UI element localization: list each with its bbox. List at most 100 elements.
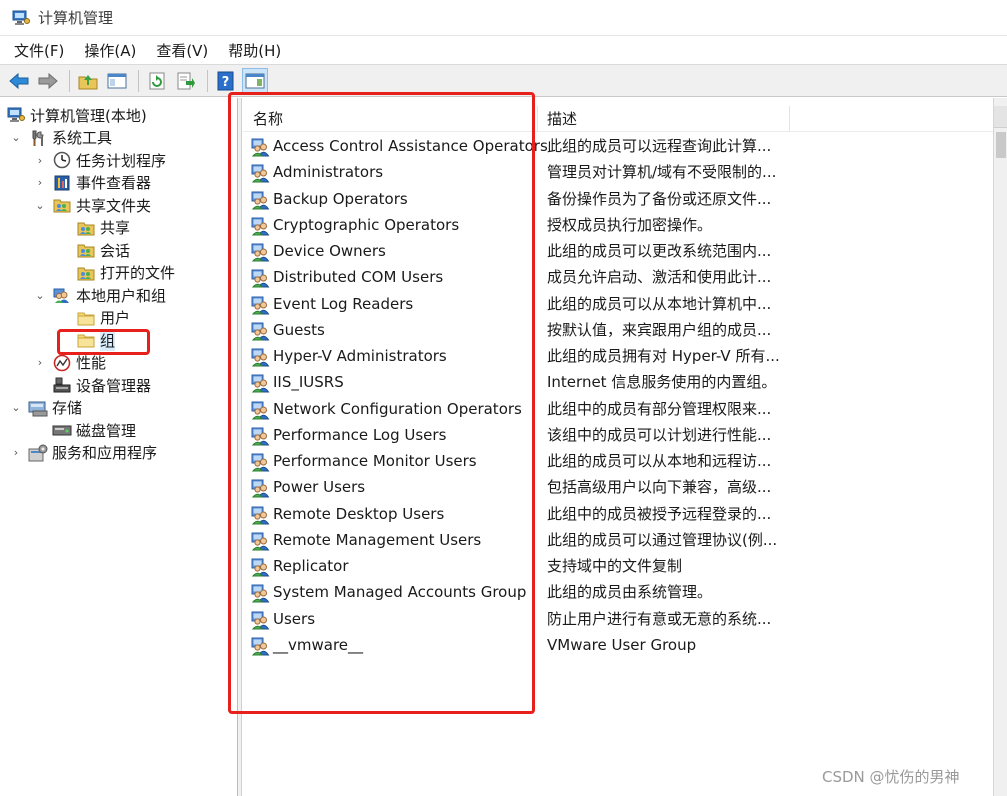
tree-item[interactable]: 用户 [58, 307, 130, 329]
group-icon [251, 295, 271, 315]
folder-icon [76, 330, 96, 350]
tree-item-label: 性能 [76, 354, 107, 372]
table-row[interactable]: Performance Monitor Users 此组的成员可以从本地和远程访.… [243, 448, 993, 474]
up-folder-icon[interactable] [75, 68, 101, 94]
pane-splitter[interactable] [238, 98, 242, 796]
tree-item[interactable]: › 性能 [34, 352, 106, 374]
disk-icon [52, 420, 72, 440]
users-group-icon [52, 285, 72, 305]
table-row[interactable]: IIS_IUSRS Internet 信息服务使用的内置组。 [243, 369, 993, 395]
table-row[interactable]: __vmware__ VMware User Group [243, 632, 993, 658]
group-icon [251, 426, 271, 446]
table-row[interactable]: Administrators 管理员对计算机/域有不受限制的... [243, 159, 993, 185]
group-description: 此组中的成员有部分管理权限来... [547, 399, 772, 418]
chevron-right-icon[interactable]: › [34, 176, 46, 189]
clock-icon [52, 150, 72, 170]
groups-list: 名称 描述 Access Control Assistance Operator… [243, 98, 993, 796]
navigation-tree: 计算机管理(本地) ⌄ 系统工具 › 任务计划程序 › 事件查看器 ⌄ 共享文件夹共享会话打开的… [0, 98, 238, 796]
vertical-scrollbar[interactable] [993, 98, 1007, 796]
tree-item[interactable]: 磁盘管理 [34, 419, 136, 441]
table-row[interactable]: Access Control Assistance Operators 此组的成员… [243, 133, 993, 159]
show-hide-tree-icon[interactable] [104, 68, 130, 94]
group-name: Event Log Readers [273, 294, 414, 313]
column-separator[interactable] [789, 106, 790, 132]
chevron-down-icon[interactable]: ⌄ [10, 131, 22, 144]
tree-item-label: 会话 [100, 241, 131, 260]
table-row[interactable]: Remote Management Users 此组的成员可以通过管理协议(例..… [243, 527, 993, 553]
table-row[interactable]: Device Owners 此组的成员可以更改系统范围内... [243, 238, 993, 264]
group-description: 支持域中的文件复制 [547, 557, 683, 575]
table-row[interactable]: Cryptographic Operators 授权成员执行加密操作。 [243, 212, 993, 238]
tree-item[interactable]: 共享 [58, 217, 130, 239]
tree-item[interactable]: ⌄ 系统工具 [10, 127, 112, 149]
tree-item[interactable]: 组 [58, 329, 116, 351]
chevron-down-icon[interactable]: ⌄ [34, 199, 46, 212]
table-row[interactable]: Remote Desktop Users 此组中的成员被授予远程登录的... [243, 501, 993, 527]
group-name: Performance Log Users [273, 425, 447, 444]
group-icon [251, 531, 271, 551]
group-icon [251, 190, 271, 210]
column-separator[interactable] [537, 106, 538, 132]
menu-view[interactable]: 查看(V) [156, 40, 208, 61]
action-pane-icon[interactable] [242, 67, 268, 94]
group-name: Network Configuration Operators [273, 399, 522, 418]
scrollbar-thumb[interactable] [996, 132, 1006, 158]
tree-item-label: 事件查看器 [76, 174, 152, 192]
group-icon [251, 137, 271, 157]
chevron-right-icon[interactable]: › [10, 446, 22, 459]
shared-folder-icon [76, 218, 96, 238]
table-row[interactable]: Users 防止用户进行有意或无意的系统... [243, 606, 993, 632]
tree-item[interactable]: › 服务和应用程序 [10, 442, 157, 464]
tree-item[interactable]: ⌄ 本地用户和组 [34, 284, 166, 306]
group-name: Cryptographic Operators [273, 215, 460, 234]
chevron-right-icon[interactable]: › [34, 356, 46, 369]
tree-item[interactable]: ⌄ 共享文件夹 [34, 194, 151, 216]
menu-file[interactable]: 文件(F) [14, 40, 64, 61]
computer-management-icon [12, 10, 30, 26]
group-name: System Managed Accounts Group [273, 583, 527, 602]
table-row[interactable]: Network Configuration Operators 此组中的成员有部分… [243, 396, 993, 422]
group-icon [251, 636, 271, 656]
tree-item[interactable]: 打开的文件 [58, 262, 175, 284]
menu-action[interactable]: 操作(A) [84, 40, 136, 61]
tree-item-label: 存储 [52, 399, 83, 417]
column-header-description[interactable]: 描述 [547, 104, 577, 132]
export-list-icon[interactable] [173, 68, 199, 94]
tree-item[interactable]: › 事件查看器 [34, 172, 151, 194]
table-row[interactable]: Hyper-V Administrators 此组的成员拥有对 Hyper-V 所… [243, 343, 993, 369]
tree-item[interactable]: 计算机管理(本地) [4, 104, 147, 126]
tree-item-label: 共享文件夹 [76, 196, 152, 215]
table-row[interactable]: Guests 按默认值，来宾跟用户组的成员... [243, 317, 993, 343]
group-icon [251, 583, 271, 603]
chevron-down-icon[interactable]: ⌄ [10, 401, 22, 414]
menu-help[interactable]: 帮助(H) [228, 40, 281, 61]
tree-item[interactable]: 会话 [58, 239, 130, 261]
table-row[interactable]: System Managed Accounts Group 此组的成员由系统管理。 [243, 579, 993, 605]
table-row[interactable]: Power Users 包括高级用户以向下兼容，高级... [243, 474, 993, 500]
table-row[interactable]: Distributed COM Users 成员允许启动、激活和使用此计... [243, 264, 993, 290]
table-row[interactable]: Performance Log Users 该组中的成员可以计划进行性能... [243, 422, 993, 448]
group-description: 此组的成员可以远程查询此计算... [547, 137, 772, 155]
title-bar: 计算机管理 [0, 0, 1007, 36]
help-icon[interactable]: ? [213, 68, 239, 94]
tree-item-label: 组 [100, 329, 116, 351]
table-row[interactable]: Backup Operators 备份操作员为了备份或还原文件... [243, 186, 993, 212]
tree-item[interactable]: 设备管理器 [34, 374, 151, 396]
table-row[interactable]: Replicator 支持域中的文件复制 [243, 553, 993, 579]
forward-arrow-icon[interactable] [35, 68, 61, 94]
chevron-down-icon[interactable]: ⌄ [34, 289, 46, 302]
group-name: Guests [273, 320, 325, 339]
refresh-icon[interactable] [144, 68, 170, 94]
group-icon [251, 268, 271, 288]
chevron-right-icon[interactable]: › [34, 154, 46, 167]
table-row[interactable]: Event Log Readers 此组的成员可以从本地计算机中... [243, 291, 993, 317]
group-name: Remote Desktop Users [273, 504, 445, 523]
tree-item[interactable]: › 任务计划程序 [34, 149, 166, 171]
group-icon [251, 242, 271, 262]
tree-item[interactable]: ⌄ 存储 [10, 397, 82, 419]
group-description: Internet 信息服务使用的内置组。 [547, 373, 777, 392]
scroll-up-button[interactable] [994, 106, 1007, 128]
back-arrow-icon[interactable] [6, 68, 32, 94]
column-header-name[interactable]: 名称 [253, 104, 283, 132]
tree-item-label: 任务计划程序 [76, 151, 167, 170]
